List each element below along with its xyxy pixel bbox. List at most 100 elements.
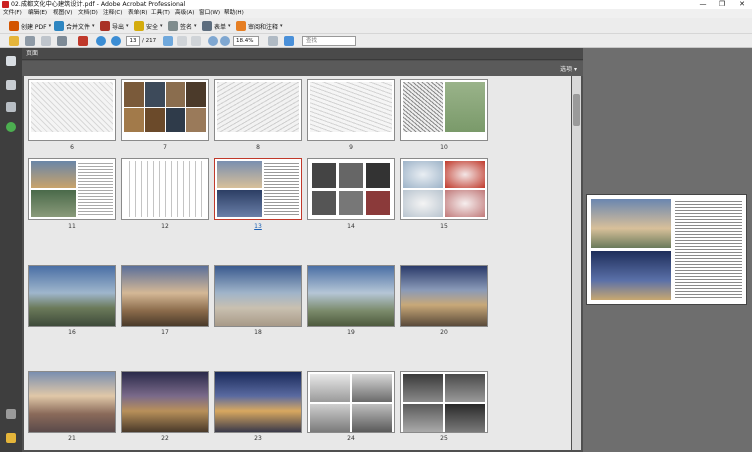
page-thumbnail-23[interactable] (214, 371, 302, 433)
signatures-icon[interactable] (6, 102, 16, 112)
menu-tools[interactable]: 工具(T) (151, 9, 170, 18)
current-page-preview[interactable] (586, 194, 747, 305)
page-number-22: 22 (161, 435, 169, 442)
acrobat-icon[interactable] (78, 36, 88, 46)
zoom-level-input[interactable]: 18.4% (233, 36, 259, 46)
document-view (583, 48, 752, 452)
sign-button[interactable]: 签名 ▾ (168, 20, 197, 32)
menu-forms[interactable]: 表单(R) (128, 9, 147, 18)
page-thumbnail-11[interactable] (28, 158, 116, 220)
secure-button[interactable]: 安全 ▾ (134, 20, 163, 32)
page-thumbnail-17[interactable] (121, 265, 209, 327)
menu-file[interactable]: 文件(F) (3, 9, 22, 18)
zoom-out-icon[interactable] (208, 36, 218, 46)
previous-page-icon[interactable] (96, 36, 106, 46)
page-thumbnail-24[interactable] (307, 371, 395, 433)
export-button[interactable]: 导出 ▾ (100, 20, 129, 32)
page-number-21: 21 (68, 435, 76, 442)
page-thumbnail-12[interactable] (121, 158, 209, 220)
attachments-icon[interactable] (6, 409, 16, 419)
menu-window[interactable]: 窗口(W) (199, 9, 220, 18)
lock-icon (134, 21, 144, 31)
menu-document[interactable]: 文档(D) (78, 9, 98, 18)
pages-panel-icon[interactable] (6, 56, 16, 66)
current-page-input[interactable]: 13 (126, 36, 140, 46)
thumbnail-area: 6 7 8 9 10 11 12 13 14 15 16 17 18 19 20… (24, 76, 571, 450)
page-thumbnail-9[interactable] (307, 79, 395, 141)
scrollbar-handle[interactable] (573, 94, 580, 126)
acrobat-app-icon (2, 1, 9, 8)
combine-files-icon (54, 21, 64, 31)
page-thumbnail-8[interactable] (214, 79, 302, 141)
page-thumbnail-13[interactable] (214, 158, 302, 220)
page-thumbnail-14[interactable] (307, 158, 395, 220)
print-icon[interactable] (25, 36, 35, 46)
create-pdf-button[interactable]: 创建 PDF ▾ (9, 20, 51, 32)
combine-files-button[interactable]: 合并文件 ▾ (54, 20, 95, 32)
page-thumbnail-19[interactable] (307, 265, 395, 327)
page-number-13: 13 (254, 223, 262, 230)
close-button[interactable]: ✕ (732, 0, 752, 9)
page-number-20: 20 (440, 329, 448, 336)
page-number-7: 7 (163, 144, 167, 151)
options-menu[interactable]: 选项 ▾ (560, 64, 577, 73)
panel-title: 页面 (26, 50, 39, 57)
menu-view[interactable]: 视图(V) (53, 9, 72, 18)
page-number-19: 19 (347, 329, 355, 336)
page-thumbnail-18[interactable] (214, 265, 302, 327)
zoom-tool-icon[interactable] (191, 36, 201, 46)
page-thumbnail-16[interactable] (28, 265, 116, 327)
restore-button[interactable]: ❐ (712, 0, 732, 9)
help-icon[interactable] (6, 122, 16, 132)
create-pdf-icon (9, 21, 19, 31)
comments-icon[interactable] (6, 433, 16, 443)
menu-help[interactable]: 帮助(H) (224, 9, 244, 18)
menu-advanced[interactable]: 高级(A) (175, 9, 194, 18)
page-thumbnail-10[interactable] (400, 79, 488, 141)
navigation-pane (0, 48, 22, 452)
zoom-in-icon[interactable] (220, 36, 230, 46)
minimize-button[interactable]: — (693, 0, 713, 9)
search-input[interactable]: 查找 (302, 36, 356, 46)
page-thumbnail-20[interactable] (400, 265, 488, 327)
panel-header: 页面 (22, 48, 583, 60)
fit-width-icon[interactable] (284, 36, 294, 46)
page-thumbnail-25[interactable] (400, 371, 488, 433)
comment-icon (236, 21, 246, 31)
page-thumbnail-7[interactable] (121, 79, 209, 141)
menu-comments[interactable]: 注释(C) (103, 9, 122, 18)
thumbnail-scrollbar[interactable] (572, 76, 581, 450)
navigation-toolbar: 13 / 217 18.4% 查找 (0, 34, 752, 48)
page-number-9: 9 (349, 144, 353, 151)
forms-button[interactable]: 表单 ▾ (202, 20, 231, 32)
title-bar: 02.成都文化中心建筑设计.pdf - Adobe Acrobat Profes… (0, 0, 752, 9)
page-thumbnail-15[interactable] (400, 158, 488, 220)
window-title: 02.成都文化中心建筑设计.pdf - Adobe Acrobat Profes… (11, 1, 186, 8)
email-icon[interactable] (57, 36, 67, 46)
page-thumbnail-6[interactable] (28, 79, 116, 141)
page-number-23: 23 (254, 435, 262, 442)
menu-edit[interactable]: 编辑(E) (28, 9, 47, 18)
page-number-24: 24 (347, 435, 355, 442)
page-number-6: 6 (70, 144, 74, 151)
page-number-16: 16 (68, 329, 76, 336)
hand-tool-icon[interactable] (177, 36, 187, 46)
review-comment-button[interactable]: 审阅和注释 ▾ (236, 20, 283, 32)
next-page-icon[interactable] (111, 36, 121, 46)
pages-panel: 页面 选项 ▾ 6 7 8 9 10 11 12 13 14 15 16 17 … (22, 48, 583, 452)
acrobat-window: 02.成都文化中心建筑设计.pdf - Adobe Acrobat Profes… (0, 0, 752, 454)
fit-page-icon[interactable] (268, 36, 278, 46)
open-folder-icon[interactable] (9, 36, 19, 46)
pen-icon (168, 21, 178, 31)
bookmarks-icon[interactable] (6, 80, 16, 90)
page-number-15: 15 (440, 223, 448, 230)
page-number-25: 25 (440, 435, 448, 442)
save-icon[interactable] (41, 36, 51, 46)
page-number-10: 10 (440, 144, 448, 151)
select-tool-icon[interactable] (163, 36, 173, 46)
page-thumbnail-21[interactable] (28, 371, 116, 433)
form-icon (202, 21, 212, 31)
page-thumbnail-22[interactable] (121, 371, 209, 433)
page-number-8: 8 (256, 144, 260, 151)
export-icon (100, 21, 110, 31)
